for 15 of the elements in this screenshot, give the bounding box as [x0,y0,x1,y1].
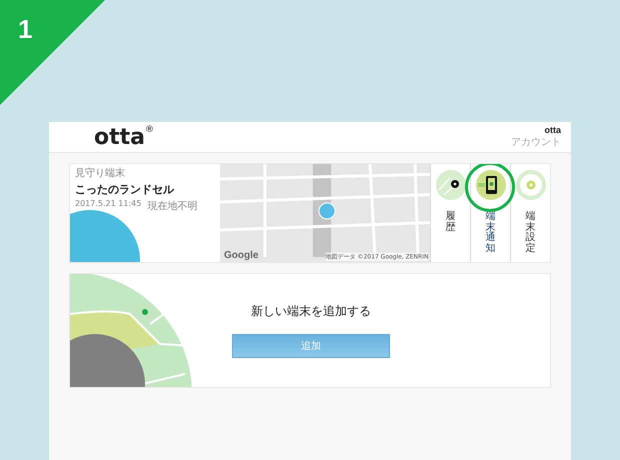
logo: otta [94,124,145,150]
device-name: こったのランドセル [75,182,175,197]
update-time: 2017.5.21 11:45 [75,199,142,210]
add-device-title: 新しい端末を追加する [251,303,371,320]
smartphone-icon [476,170,506,200]
step-number: 1 [18,14,32,45]
highlight-ring [465,164,515,212]
registered-mark: ® [145,124,154,134]
tab-label: 履歴 [446,212,456,233]
location-status: 現在地不明 [147,200,198,213]
tab-label: 端末通知 [486,212,496,254]
tab-label: 端末設定 [526,212,536,254]
user-name: otta [544,125,561,135]
map-logo: Google [224,250,258,261]
device-caption: 見守り端末 [75,166,126,180]
